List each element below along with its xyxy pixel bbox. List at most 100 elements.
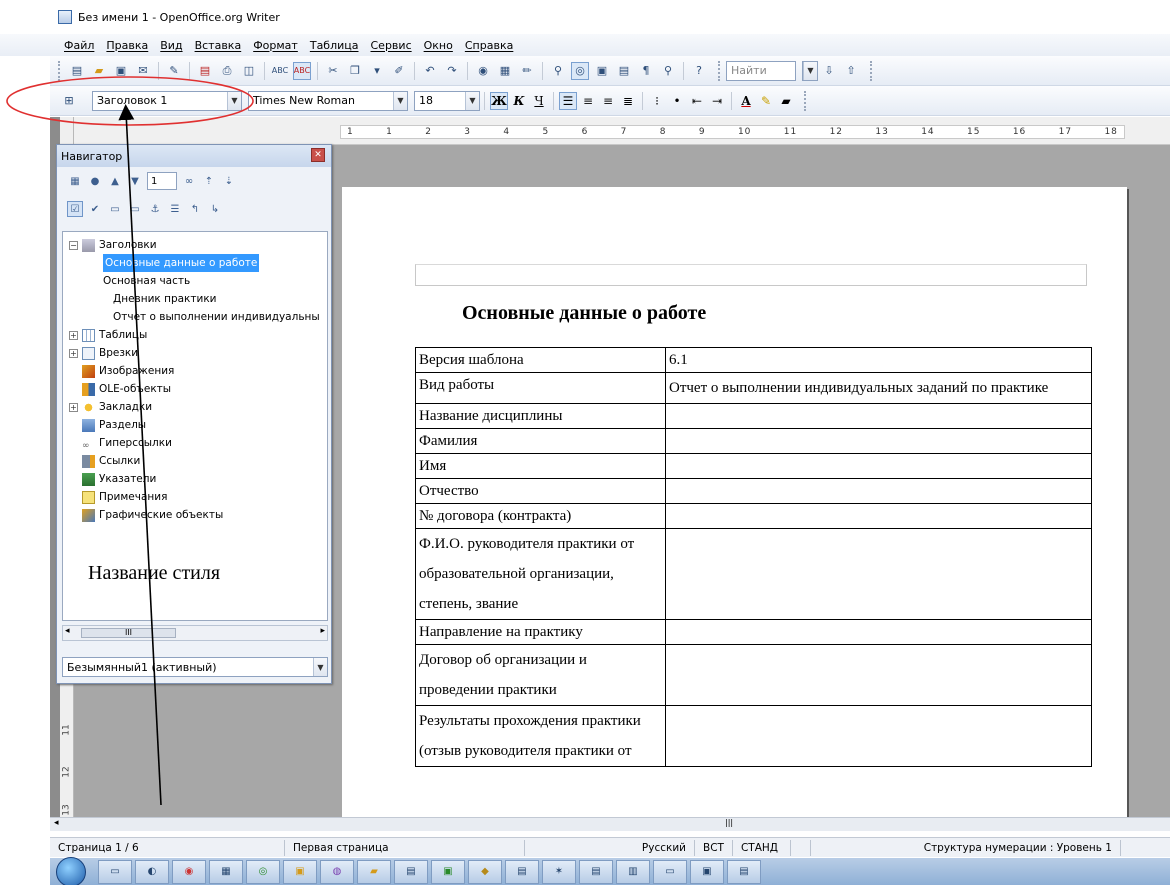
taskbar-calculator-icon[interactable]: ▦ bbox=[209, 859, 243, 884]
status-page[interactable]: Страница 1 / 6 bbox=[50, 839, 285, 856]
scroll-thumb[interactable]: III bbox=[81, 628, 176, 638]
font-name-select[interactable]: Times New Roman ▼ bbox=[248, 90, 408, 111]
menu-window[interactable]: Окно bbox=[418, 39, 459, 52]
demote-level-icon[interactable]: ⇣ bbox=[221, 173, 237, 189]
taskbar-window-icon[interactable]: ▭ bbox=[653, 859, 687, 884]
hyperlink-icon[interactable]: ◉ bbox=[474, 62, 492, 80]
taskbar-document-icon[interactable]: ▤ bbox=[505, 859, 539, 884]
open-folder-icon[interactable]: ▰ bbox=[90, 62, 108, 80]
taskbar-app-icon[interactable]: ✶ bbox=[542, 859, 576, 884]
status-language[interactable]: Русский bbox=[525, 839, 695, 856]
spellcheck-icon[interactable]: ABC bbox=[271, 62, 289, 80]
status-selection-mode[interactable]: СТАНД bbox=[733, 839, 791, 856]
tree-node-hyperlinks[interactable]: ∞ Гиперссылки bbox=[82, 434, 172, 452]
menu-help[interactable]: Справка bbox=[459, 39, 519, 52]
tree-node-references[interactable]: Ссылки bbox=[82, 452, 140, 470]
copy-icon[interactable]: ❐ bbox=[346, 62, 364, 80]
tree-node-heading-3[interactable]: Дневник практики bbox=[113, 290, 217, 308]
table-cell-label[interactable]: № договора (контракта) bbox=[415, 503, 666, 529]
table-cell-value[interactable] bbox=[665, 403, 1092, 429]
align-left-icon[interactable]: ☰ bbox=[559, 91, 577, 110]
save-icon[interactable]: ▣ bbox=[112, 62, 130, 80]
email-icon[interactable]: ✉ bbox=[134, 62, 152, 80]
menu-view[interactable]: Вид bbox=[154, 39, 188, 52]
table-cell-value[interactable] bbox=[665, 705, 1092, 767]
background-color-icon[interactable]: ▰ bbox=[777, 92, 795, 110]
table-cell-label[interactable]: Фамилия bbox=[415, 428, 666, 454]
previous-icon[interactable]: ▲ bbox=[107, 173, 123, 189]
show-draw-functions-icon[interactable]: ✏ bbox=[518, 62, 536, 80]
data-table[interactable]: Версия шаблона 6.1 Вид работы Отчет о выпо… bbox=[415, 347, 1092, 767]
expand-icon[interactable]: + bbox=[69, 330, 78, 340]
highlight-icon[interactable]: ✎ bbox=[757, 92, 775, 110]
tree-node-ole[interactable]: OLE-объекты bbox=[82, 380, 171, 398]
document-horizontal-scrollbar[interactable]: ◂ ||| bbox=[50, 817, 1170, 831]
menu-tools[interactable]: Сервис bbox=[365, 39, 418, 52]
table-icon[interactable]: ▦ bbox=[496, 62, 514, 80]
tree-node-sections[interactable]: Разделы bbox=[82, 416, 146, 434]
toggle-icon[interactable]: ▦ bbox=[67, 173, 83, 189]
heading-levels-icon[interactable]: ☰ bbox=[167, 201, 183, 217]
edit-file-icon[interactable]: ✎ bbox=[165, 62, 183, 80]
bold-button[interactable]: Ж bbox=[490, 91, 508, 110]
table-cell-value[interactable]: Отчет о выполнении индивидуальных задани… bbox=[665, 372, 1092, 404]
next-icon[interactable]: ▼ bbox=[127, 173, 143, 189]
toolbar-grip[interactable] bbox=[870, 60, 874, 81]
undo-icon[interactable]: ↶ bbox=[421, 62, 439, 80]
gallery-icon[interactable]: ▣ bbox=[593, 62, 611, 80]
table-cell-value[interactable] bbox=[665, 644, 1092, 706]
document-select[interactable]: Безымянный1 (активный) ▼ bbox=[62, 657, 328, 677]
navigator-icon[interactable]: ◎ bbox=[571, 61, 589, 80]
scroll-thumb-grip[interactable]: ||| bbox=[725, 818, 733, 827]
find-replace-icon[interactable]: ⚲ bbox=[549, 62, 567, 80]
bullets-icon[interactable]: • bbox=[668, 92, 686, 110]
taskbar-document-icon[interactable]: ▤ bbox=[394, 859, 428, 884]
font-size-select[interactable]: 18 ▼ bbox=[414, 90, 480, 111]
taskbar-app-icon[interactable]: ▣ bbox=[690, 859, 724, 884]
close-icon[interactable]: ✕ bbox=[311, 148, 325, 162]
toolbar-grip[interactable] bbox=[718, 60, 722, 81]
tree-node-heading-4[interactable]: Отчет о выполнении индивидуальны bbox=[113, 308, 320, 326]
taskbar-writer-icon[interactable]: ▤ bbox=[727, 859, 761, 884]
tree-node-indexes[interactable]: Указатели bbox=[82, 470, 156, 488]
paste-icon[interactable]: ▾ bbox=[368, 62, 386, 80]
document-heading[interactable]: Основные данные о работе bbox=[462, 302, 706, 325]
expand-icon[interactable]: + bbox=[69, 348, 78, 358]
find-previous-icon[interactable]: ⇧ bbox=[842, 62, 860, 80]
taskbar-document-icon[interactable]: ▤ bbox=[579, 859, 613, 884]
taskbar-media-icon[interactable]: ◐ bbox=[135, 859, 169, 884]
taskbar-chrome-icon[interactable]: ◉ bbox=[172, 859, 206, 884]
tree-node-bookmarks[interactable]: + Закладки bbox=[69, 398, 152, 416]
tree-node-heading-2[interactable]: Основная часть bbox=[103, 272, 190, 290]
chevron-down-icon[interactable]: ▼ bbox=[393, 91, 407, 110]
decrease-indent-icon[interactable]: ⇤ bbox=[688, 92, 706, 110]
taskbar-folder-icon[interactable]: ▰ bbox=[357, 859, 391, 884]
navigator-tree[interactable]: − Заголовки Основные данные о работе Осно… bbox=[62, 231, 328, 621]
navigation-icon[interactable]: ● bbox=[87, 173, 103, 189]
chevron-down-icon[interactable]: ▼ bbox=[227, 91, 241, 110]
tree-node-comments[interactable]: Примечания bbox=[82, 488, 167, 506]
start-button[interactable] bbox=[56, 856, 86, 885]
table-cell-label[interactable]: Версия шаблона bbox=[415, 347, 666, 373]
toolbar-grip[interactable] bbox=[58, 60, 62, 81]
menu-format[interactable]: Формат bbox=[247, 39, 304, 52]
demote-chapter-icon[interactable]: ↳ bbox=[207, 201, 223, 217]
expand-icon[interactable]: + bbox=[69, 402, 78, 412]
table-cell-label[interactable]: Название дисциплины bbox=[415, 403, 666, 429]
header-icon[interactable]: ▭ bbox=[107, 201, 123, 217]
drag-mode-icon[interactable]: ∞ bbox=[181, 173, 197, 189]
taskbar-explorer-icon[interactable]: ▭ bbox=[98, 859, 132, 884]
italic-button[interactable]: К bbox=[510, 92, 528, 110]
find-input[interactable]: Найти bbox=[726, 60, 796, 81]
find-next-icon[interactable]: ⇩ bbox=[820, 62, 838, 80]
collapse-icon[interactable]: − bbox=[69, 240, 78, 250]
anchor-icon[interactable]: ⚓ bbox=[147, 201, 163, 217]
redo-icon[interactable]: ↷ bbox=[443, 62, 461, 80]
table-cell-label[interactable]: Имя bbox=[415, 453, 666, 479]
table-cell-label[interactable]: Договор об организации и проведении прак… bbox=[415, 644, 666, 706]
paragraph-style-select[interactable]: Заголовок 1 ▼ bbox=[92, 90, 242, 111]
align-right-icon[interactable]: ≡ bbox=[599, 92, 617, 110]
table-cell-label[interactable]: Направление на практику bbox=[415, 619, 666, 645]
tree-node-images[interactable]: Изображения bbox=[82, 362, 174, 380]
table-cell-label[interactable]: Ф.И.О. руководителя практики от образова… bbox=[415, 528, 666, 620]
